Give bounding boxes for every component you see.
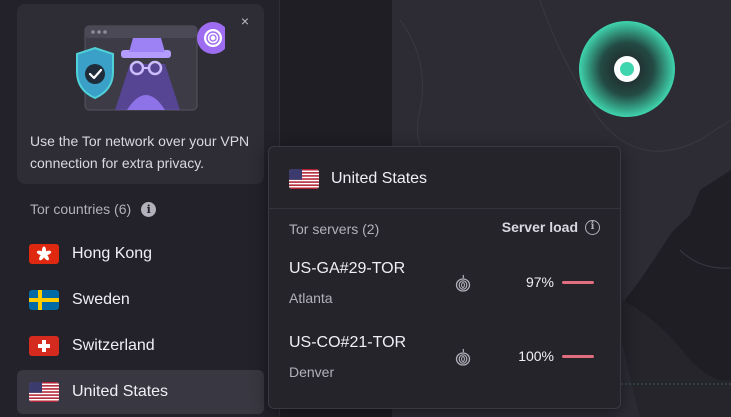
server-load-bar [562, 281, 594, 284]
close-icon[interactable]: × [238, 14, 252, 28]
united-states-flag-icon [29, 382, 59, 402]
server-city: Denver [289, 364, 335, 380]
country-label: Hong Kong [72, 245, 153, 262]
country-item-united-states[interactable]: United States [17, 370, 264, 414]
divider [269, 208, 620, 209]
tor-countries-header: Tor countries (6) i [30, 199, 157, 219]
country-item-switzerland[interactable]: Switzerland [17, 326, 264, 366]
connection-pin-dot [620, 62, 634, 76]
promo-description: Use the Tor network over your VPN connec… [30, 133, 250, 171]
server-name: US-CO#21-TOR [289, 334, 407, 351]
tor-promo-card: × Use the Tor network over your VPN conn… [17, 4, 264, 184]
switzerland-flag-icon [29, 336, 59, 356]
popover-country-title: United States [331, 170, 428, 187]
server-load-bar [562, 355, 594, 358]
server-load-label: Server load [501, 219, 578, 235]
tor-onion-icon [455, 274, 471, 292]
info-icon[interactable]: i [585, 219, 600, 235]
server-city: Atlanta [289, 290, 333, 306]
info-icon[interactable]: i [141, 201, 157, 217]
server-load-value: 97% [525, 274, 554, 290]
country-label: Sweden [72, 291, 130, 308]
tor-illustration [76, 22, 225, 111]
sweden-flag-icon [29, 290, 59, 310]
server-load-header: Server load i [502, 219, 600, 235]
server-load-value: 100% [518, 348, 554, 364]
country-item-sweden[interactable]: Sweden [17, 280, 264, 320]
united-states-flag-icon [289, 169, 319, 189]
sidebar: × Use the Tor network over your VPN conn… [0, 0, 280, 417]
country-item-hong-kong[interactable]: Hong Kong [17, 234, 264, 274]
country-label: United States [72, 383, 169, 400]
tor-onion-icon [455, 348, 471, 366]
hong-kong-flag-icon [29, 244, 59, 264]
server-row[interactable]: US-CO#21-TOR Denver 100% [289, 334, 602, 388]
tor-countries-title: Tor countries (6) [30, 201, 132, 217]
popover-header: United States [289, 169, 427, 189]
country-label: Switzerland [72, 337, 155, 354]
server-row[interactable]: US-GA#29-TOR Atlanta 97% [289, 260, 602, 314]
server-name: US-GA#29-TOR [289, 260, 406, 277]
tor-servers-label: Tor servers (2) [289, 221, 380, 237]
country-servers-popover: United States Tor servers (2) Server loa… [268, 146, 621, 409]
